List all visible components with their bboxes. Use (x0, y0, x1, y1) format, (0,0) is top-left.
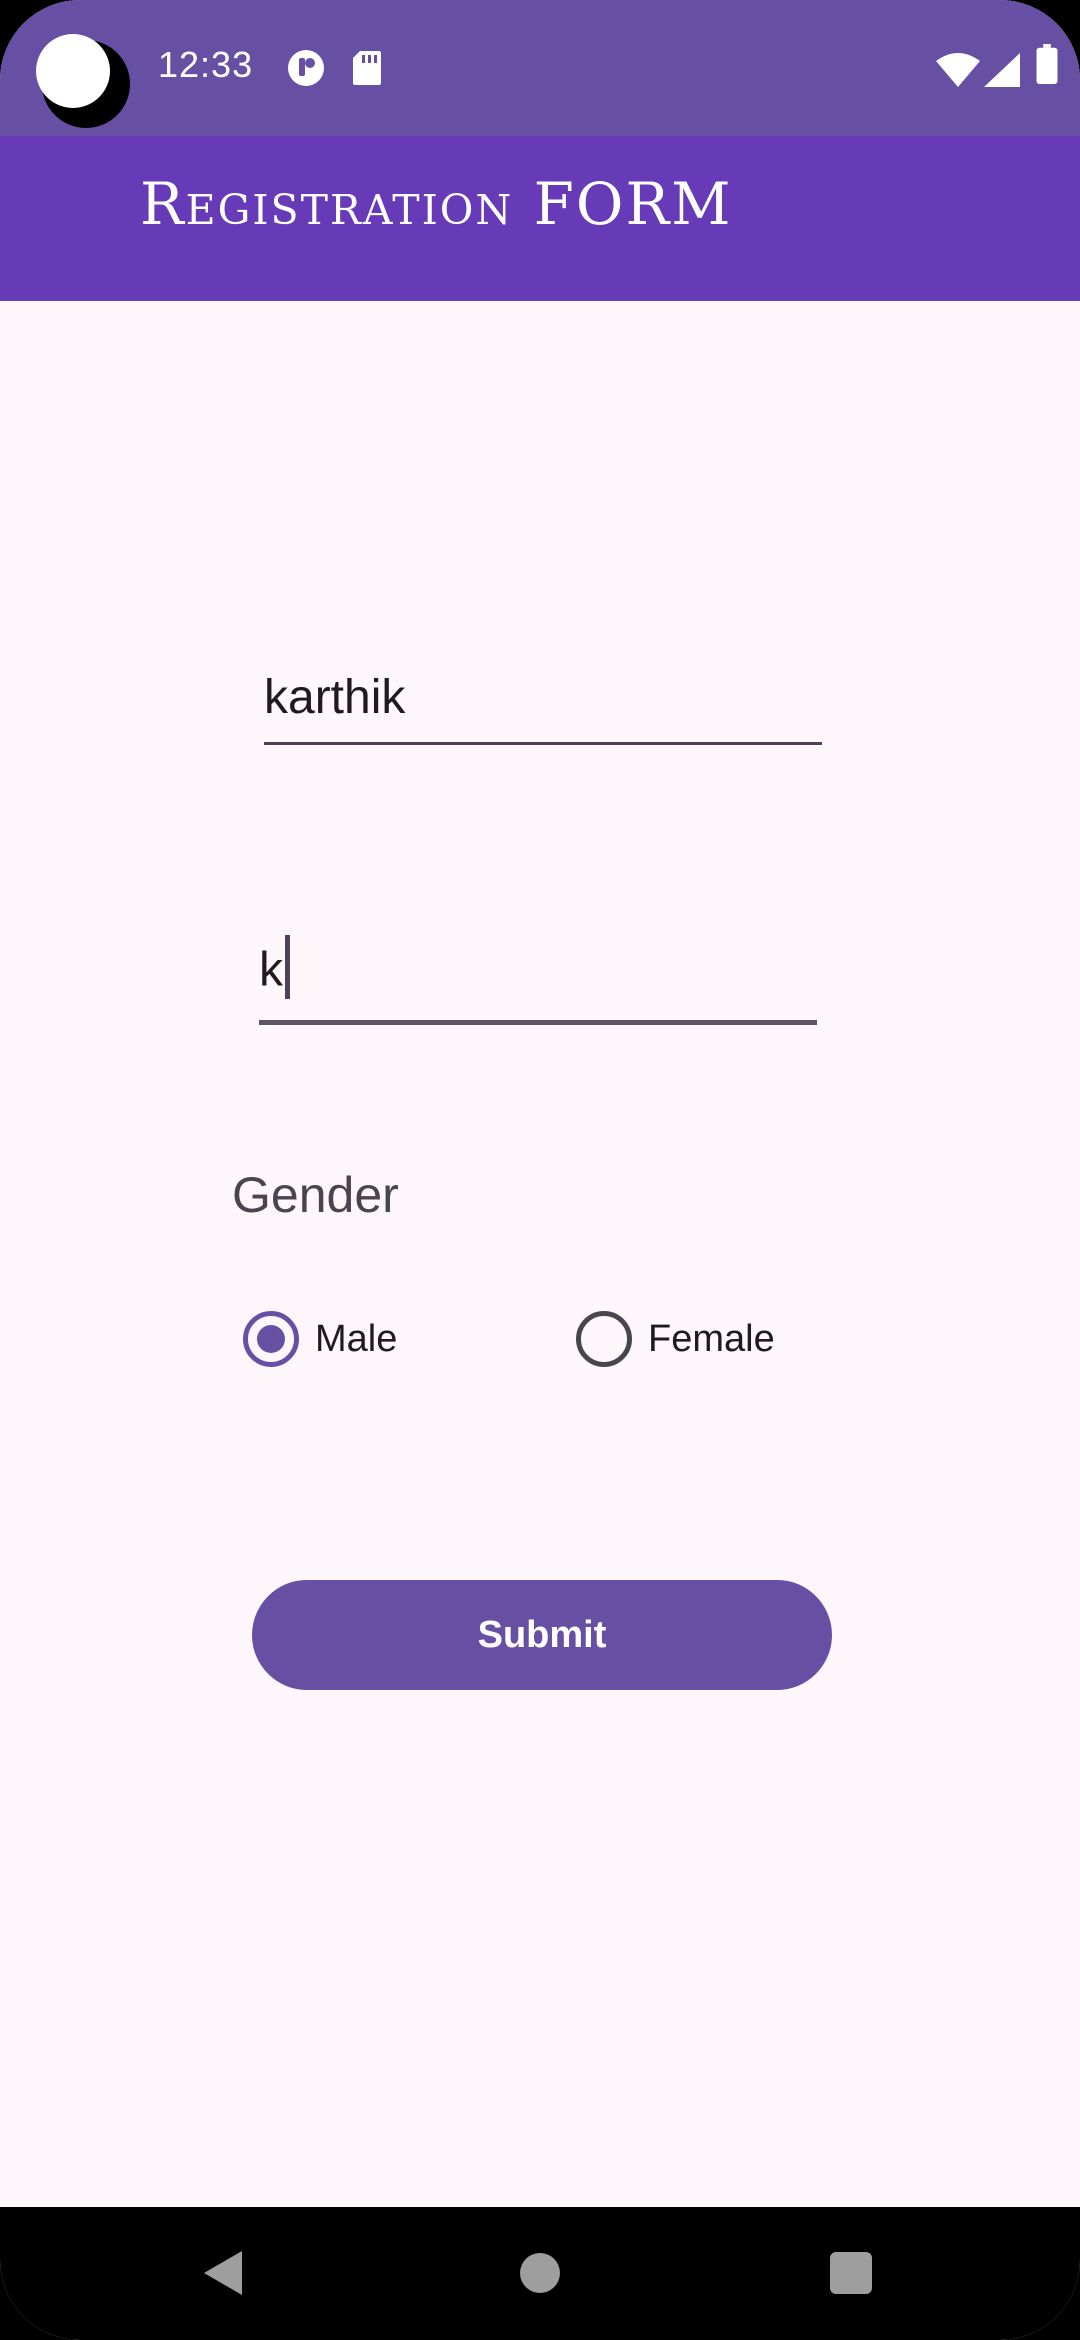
status-time: 12:33 (158, 44, 254, 85)
radio-female-label: Female (648, 1317, 775, 1360)
app-bar: Registration FORM (0, 136, 1080, 301)
name-field-value: karthik (264, 671, 406, 724)
text-cursor (285, 935, 290, 999)
name-field[interactable]: karthik (264, 645, 822, 745)
battery-icon (1036, 44, 1058, 84)
radio-female[interactable]: Female (576, 1308, 775, 1370)
radio-male[interactable]: Male (243, 1308, 397, 1370)
radio-checked-icon[interactable] (243, 1311, 299, 1367)
second-field-value: k (259, 943, 283, 997)
wifi-icon (936, 53, 980, 87)
radio-male-label: Male (315, 1317, 398, 1360)
phone-screen: 12:33 Registration FORM karthik k Gender… (0, 0, 1080, 2340)
camera-cutout (36, 34, 130, 128)
radio-unchecked-icon[interactable] (576, 1311, 632, 1367)
name-field-underline (264, 742, 822, 745)
app-title: Registration FORM (140, 170, 733, 238)
status-bar: 12:33 (0, 0, 1080, 136)
notification-app-icon (288, 50, 324, 86)
second-field-underline (259, 1020, 817, 1025)
sd-card-icon (353, 51, 381, 85)
home-icon[interactable] (520, 2253, 560, 2293)
submit-button[interactable]: Submit (252, 1580, 832, 1690)
second-field[interactable]: k (259, 925, 817, 1025)
gender-label: Gender (232, 1167, 399, 1223)
navigation-bar (0, 2207, 1080, 2340)
recents-icon[interactable] (830, 2252, 872, 2294)
back-icon[interactable] (204, 2251, 242, 2295)
signal-icon (984, 53, 1020, 87)
